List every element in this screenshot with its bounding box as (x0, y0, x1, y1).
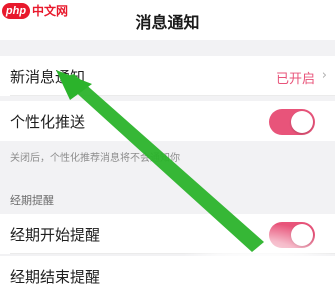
green-arrow-icon (56, 70, 264, 252)
